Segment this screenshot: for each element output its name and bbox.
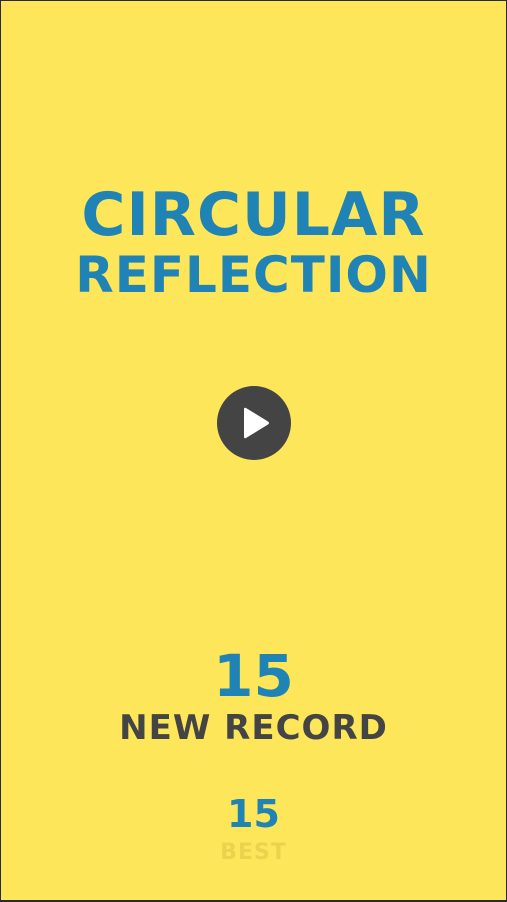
play-icon bbox=[237, 405, 272, 441]
best-label: BEST bbox=[220, 840, 287, 865]
game-over-screen: CIRCULAR REFLECTION 15 NEW RECORD 15 BES… bbox=[1, 1, 506, 900]
best-score: 15 bbox=[227, 792, 280, 836]
current-score: 15 bbox=[213, 642, 294, 710]
play-button[interactable] bbox=[217, 386, 291, 460]
game-title-line-1: CIRCULAR bbox=[81, 180, 426, 250]
game-title-line-2: REFLECTION bbox=[75, 246, 432, 304]
new-record-label: NEW RECORD bbox=[119, 708, 388, 748]
